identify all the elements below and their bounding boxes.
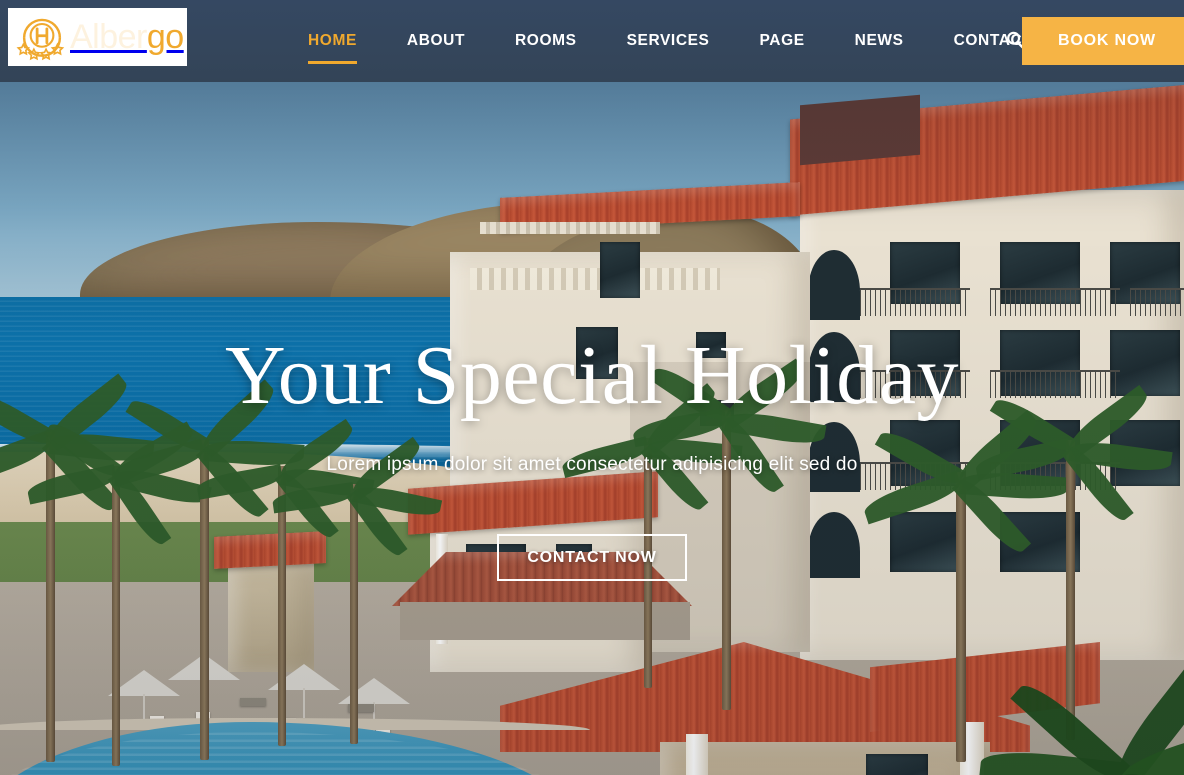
logo-text-solid: go <box>146 18 184 56</box>
site-logo[interactable]: Albergo <box>8 8 187 66</box>
nav-item-rooms[interactable]: ROOMS <box>497 0 595 82</box>
main-navigation: HOME ABOUT ROOMS SERVICES PAGE NEWS CONT… <box>290 0 1064 82</box>
nav-item-news[interactable]: NEWS <box>837 0 922 82</box>
nav-item-about[interactable]: ABOUT <box>389 0 483 82</box>
logo-text-faint: Alber <box>70 18 147 56</box>
hero-content: Your Special Holiday Lorem ipsum dolor s… <box>0 82 1184 775</box>
site-header: Albergo HOME ABOUT ROOMS SERVICES PAGE N… <box>0 0 1184 82</box>
book-now-button[interactable]: BOOK NOW <box>1022 17 1184 65</box>
hotel-badge-icon <box>16 18 65 61</box>
hotel-landing-page: Your Special Holiday Lorem ipsum dolor s… <box>0 0 1184 775</box>
contact-now-button[interactable]: CONTACT NOW <box>497 534 687 581</box>
logo-wordmark: Albergo <box>70 20 184 54</box>
nav-item-services[interactable]: SERVICES <box>609 0 728 82</box>
nav-item-page[interactable]: PAGE <box>741 0 822 82</box>
hero-title: Your Special Holiday <box>224 329 960 422</box>
nav-item-home[interactable]: HOME <box>290 0 375 82</box>
hero-subtitle: Lorem ipsum dolor sit amet consectetur a… <box>326 454 858 475</box>
